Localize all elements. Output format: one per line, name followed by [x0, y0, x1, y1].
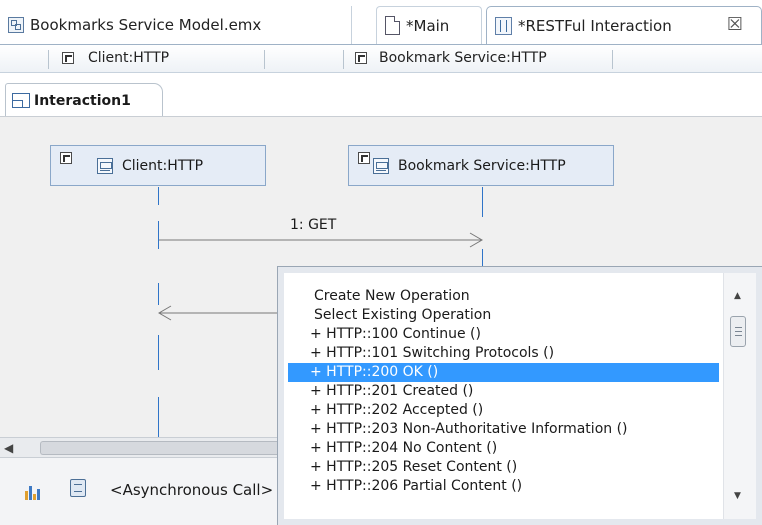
interaction-frame-tab[interactable]: Interaction1 — [5, 83, 163, 117]
asynchronous-call-label[interactable]: <Asynchronous Call> — [110, 481, 278, 499]
sequence-diagram-icon — [495, 16, 512, 35]
tab-label: *RESTFul Interaction — [518, 16, 672, 35]
tab-bookmarks-service-model[interactable]: Bookmarks Service Model.emx — [0, 6, 352, 44]
operation-list-item[interactable]: Select Existing Operation — [288, 306, 719, 325]
lifeline-client-line — [158, 397, 159, 437]
close-icon[interactable]: ☒ — [727, 14, 743, 35]
horizontal-scrollbar[interactable]: ◀ — [0, 437, 280, 457]
popup-scroll-thumb[interactable] — [730, 316, 746, 347]
tab-restful-interaction[interactable]: *RESTFul Interaction ☒ — [486, 6, 762, 44]
ruler-lifeline-client[interactable]: Client:HTTP — [62, 50, 169, 66]
scroll-down-arrow-icon[interactable]: ▼ — [734, 491, 741, 501]
interaction-frame-icon — [12, 93, 30, 108]
operation-list-item[interactable]: + HTTP::101 Switching Protocols () — [288, 344, 719, 363]
ruler-lifeline-label: Bookmark Service:HTTP — [379, 50, 547, 66]
horizontal-scroll-thumb[interactable] — [40, 441, 280, 455]
lifeline-header-ruler: Client:HTTP Bookmark Service:HTTP — [0, 44, 762, 73]
page-icon — [385, 16, 400, 35]
lifeline-client-line — [158, 335, 159, 370]
ruler-separator — [264, 50, 265, 69]
popup-vertical-scrollbar[interactable]: ▲ ▼ — [723, 273, 756, 519]
bar-chart-icon[interactable] — [24, 484, 40, 500]
operation-list[interactable]: Create New Operation Select Existing Oper… — [288, 287, 719, 496]
tab-main[interactable]: *Main — [376, 6, 482, 44]
collapse-icon[interactable] — [62, 52, 74, 64]
lifeline-icon — [373, 157, 389, 174]
tab-label: Bookmarks Service Model.emx — [30, 16, 262, 34]
tab-label: *Main — [406, 16, 450, 35]
lifeline-label: Bookmark Service:HTTP — [398, 157, 566, 174]
operation-chooser-popup[interactable]: Create New Operation Select Existing Oper… — [278, 267, 762, 525]
collapse-icon[interactable] — [60, 152, 72, 164]
collapse-icon[interactable] — [358, 152, 370, 164]
ruler-separator — [48, 50, 49, 69]
lifeline-bookmark-service-line — [482, 187, 483, 217]
interaction-label: Interaction1 — [34, 92, 131, 109]
lifeline-icon — [97, 157, 113, 174]
editor-tab-bar: Bookmarks Service Model.emx *Main *RESTF… — [0, 0, 762, 44]
lifeline-label: Client:HTTP — [122, 157, 204, 174]
operation-list-item[interactable]: + HTTP::205 Reset Content () — [288, 458, 719, 477]
scroll-up-arrow-icon[interactable]: ▲ — [734, 291, 741, 301]
operation-list-item[interactable]: Create New Operation — [288, 287, 719, 306]
collapse-icon[interactable] — [355, 52, 367, 64]
lifeline-client[interactable]: Client:HTTP — [50, 145, 266, 186]
ruler-lifeline-bookmark-service[interactable]: Bookmark Service:HTTP — [355, 50, 547, 66]
note-icon[interactable] — [70, 479, 86, 497]
operation-list-item-selected[interactable]: + HTTP::200 OK () — [288, 363, 719, 382]
operation-list-item[interactable]: + HTTP::206 Partial Content () — [288, 477, 719, 496]
lifeline-bookmark-service[interactable]: Bookmark Service:HTTP — [348, 145, 614, 186]
model-icon — [8, 17, 24, 33]
operation-list-item[interactable]: + HTTP::201 Created () — [288, 382, 719, 401]
ruler-lifeline-label: Client:HTTP — [88, 50, 170, 66]
operation-list-item[interactable]: + HTTP::204 No Content () — [288, 439, 719, 458]
operation-list-item[interactable]: + HTTP::100 Continue () — [288, 325, 719, 344]
operation-list-item[interactable]: + HTTP::202 Accepted () — [288, 401, 719, 420]
ruler-separator — [343, 50, 344, 69]
scroll-left-arrow-icon[interactable]: ◀ — [4, 441, 13, 455]
operation-list-item[interactable]: + HTTP::203 Non-Authoritative Informatio… — [288, 420, 719, 439]
lifeline-client-line — [158, 187, 159, 205]
ruler-separator — [612, 50, 613, 69]
